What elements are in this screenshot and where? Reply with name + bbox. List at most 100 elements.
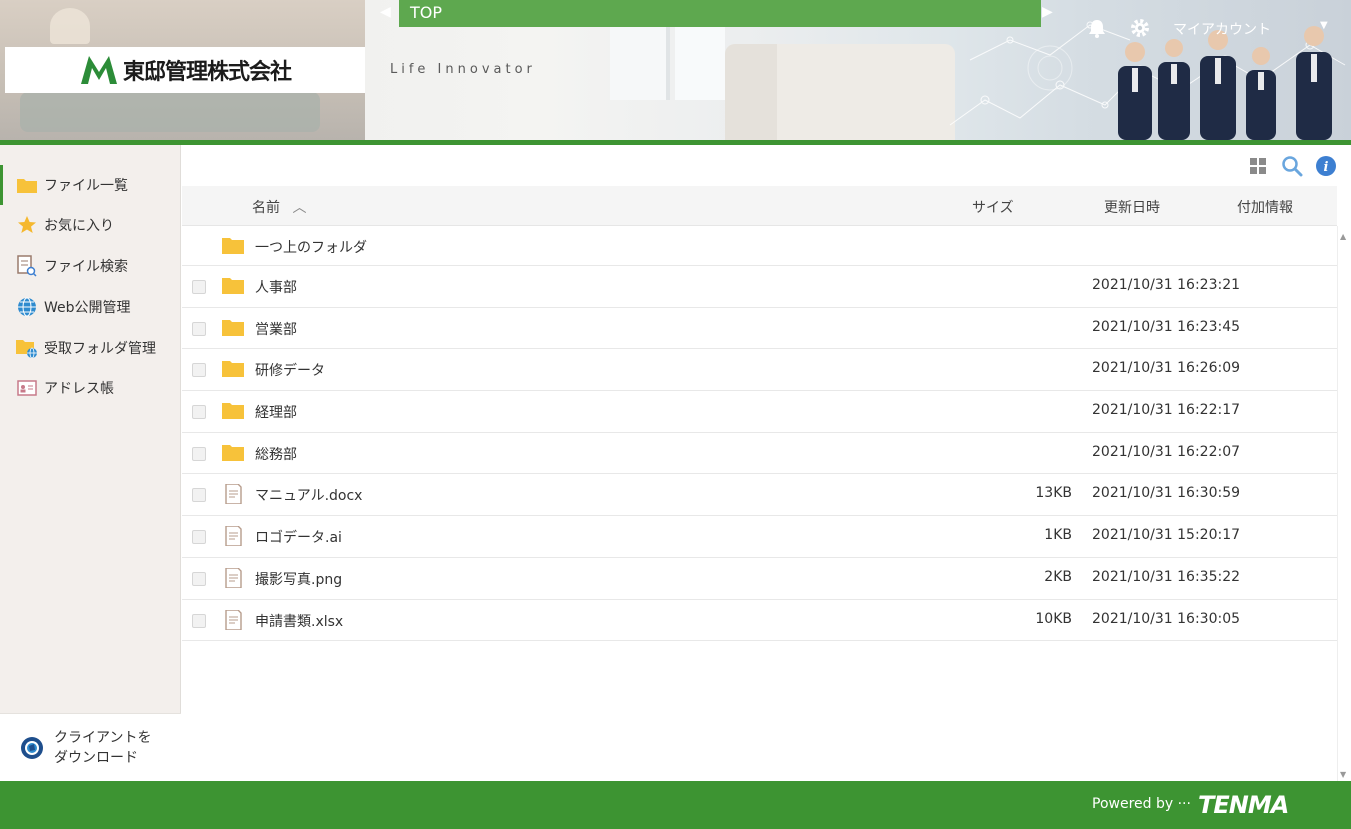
row-checkbox[interactable] — [192, 321, 206, 336]
sidebar: ファイル一覧 お気に入り ファイル検索 Web公開管理 受取フォルダ管理 アドレ… — [0, 145, 181, 781]
folder-icon — [222, 361, 244, 378]
file-row[interactable]: ロゴデータ.ai 1KB 2021/10/31 15:20:17 — [182, 516, 1337, 558]
footer: Powered by ··· TENMA — [0, 781, 1351, 829]
row-checkbox[interactable] — [192, 405, 206, 420]
document-icon — [225, 526, 242, 547]
column-header-extra[interactable]: 付加情報 — [1237, 197, 1293, 217]
file-name[interactable]: 営業部 — [255, 319, 297, 339]
bell-icon[interactable] — [1086, 17, 1108, 39]
download-label-line1: クライアントを — [54, 729, 152, 746]
file-updated: 2021/10/31 16:22:17 — [1092, 402, 1241, 419]
download-label-line2: ダウンロード — [54, 749, 138, 766]
file-row[interactable]: マニュアル.docx 13KB 2021/10/31 16:30:59 — [182, 474, 1337, 517]
info-icon[interactable]: i — [1315, 155, 1337, 177]
parent-folder-row[interactable]: 一つ上のフォルダ — [182, 226, 1337, 266]
my-account-menu[interactable]: マイアカウント — [1173, 19, 1271, 39]
powered-by-label: Powered by ··· — [1092, 796, 1191, 812]
breadcrumb[interactable]: TOP — [399, 0, 1041, 27]
sidebar-item-label: ファイル検索 — [44, 259, 128, 275]
file-name[interactable]: ロゴデータ.ai — [255, 527, 342, 547]
vertical-scrollbar[interactable]: ▲ ▼ — [1337, 226, 1351, 781]
file-size: 1KB — [1044, 527, 1072, 544]
file-size: 13KB — [1035, 485, 1072, 502]
file-name[interactable]: 経理部 — [255, 402, 297, 422]
row-checkbox[interactable] — [192, 613, 206, 628]
file-size: 2KB — [1044, 568, 1072, 585]
file-updated: 2021/10/31 16:30:05 — [1092, 610, 1241, 627]
file-search-icon — [16, 255, 38, 277]
globe-icon — [16, 296, 38, 318]
scroll-down-arrow[interactable]: ▼ — [1340, 770, 1346, 779]
sidebar-item-label: アドレス帳 — [44, 381, 114, 397]
file-name[interactable]: 総務部 — [255, 444, 297, 464]
row-checkbox[interactable] — [192, 571, 206, 586]
sidebar-item-address-book[interactable]: アドレス帳 — [0, 368, 181, 408]
column-header-size[interactable]: サイズ — [972, 197, 1014, 217]
folder-row[interactable]: 総務部 2021/10/31 16:22:07 — [182, 433, 1337, 475]
folder-row[interactable]: 研修データ 2021/10/31 16:26:09 — [182, 349, 1337, 392]
toolbar: i — [182, 145, 1351, 185]
folder-icon — [16, 174, 38, 196]
file-row[interactable]: 申請書類.xlsx 10KB 2021/10/31 16:30:05 — [182, 600, 1337, 642]
sidebar-item-favorites[interactable]: お気に入り — [0, 205, 181, 245]
folder-row[interactable]: 人事部 2021/10/31 16:23:21 — [182, 266, 1337, 308]
sidebar-item-label: Web公開管理 — [44, 300, 131, 316]
header-sofa-graphic — [725, 44, 955, 140]
sort-ascending-icon[interactable]: ︿ — [292, 200, 306, 216]
file-size: 10KB — [1035, 610, 1072, 627]
search-icon[interactable] — [1281, 155, 1303, 177]
star-icon — [16, 214, 38, 236]
sidebar-item-web-publish[interactable]: Web公開管理 — [0, 287, 181, 327]
folder-icon — [222, 278, 244, 294]
file-name[interactable]: 研修データ — [255, 360, 325, 380]
row-checkbox[interactable] — [192, 446, 206, 461]
file-list: 一つ上のフォルダ 人事部 2021/10/31 16:23:21 営業部 2021/1… — [182, 226, 1337, 642]
tenma-logo: TENMA — [1198, 791, 1289, 819]
file-name[interactable]: 申請書類.xlsx — [255, 611, 343, 631]
grid-view-icon[interactable] — [1247, 155, 1269, 177]
row-checkbox[interactable] — [192, 488, 206, 503]
table-header: 名前 ︿ サイズ 更新日時 付加情報 — [182, 186, 1337, 226]
folder-icon — [222, 444, 244, 461]
chevron-left-icon[interactable]: ◀ — [380, 4, 396, 24]
header-banner: 東邸管理株式会社 Life Innovator ◀ TOP ▶ マイアカウント … — [0, 0, 1351, 140]
file-updated: 2021/10/31 16:26:09 — [1092, 360, 1241, 377]
file-name[interactable]: 撮影写真.png — [255, 569, 342, 589]
document-icon — [225, 609, 242, 630]
document-icon — [225, 567, 242, 588]
file-updated: 2021/10/31 16:35:22 — [1092, 568, 1241, 585]
chevron-right-icon[interactable]: ▶ — [1042, 4, 1058, 24]
folder-globe-icon — [16, 337, 38, 359]
svg-text:i: i — [1324, 160, 1329, 175]
download-client-button[interactable]: クライアントを ダウンロード — [0, 713, 181, 781]
sidebar-item-receive-folder[interactable]: 受取フォルダ管理 — [0, 328, 181, 368]
column-header-name[interactable]: 名前 ︿ — [252, 197, 306, 217]
sidebar-item-label: お気に入り — [44, 218, 114, 234]
chevron-down-icon[interactable]: ▼ — [1320, 20, 1328, 31]
file-updated: 2021/10/31 16:30:59 — [1092, 485, 1241, 502]
row-checkbox[interactable] — [192, 530, 206, 545]
folder-row[interactable]: 営業部 2021/10/31 16:23:45 — [182, 308, 1337, 350]
breadcrumb-item-top[interactable]: TOP — [410, 3, 442, 22]
column-header-updated[interactable]: 更新日時 — [1104, 197, 1160, 217]
scroll-up-arrow[interactable]: ▲ — [1340, 232, 1346, 241]
client-download-icon — [21, 736, 43, 759]
folder-icon — [222, 403, 244, 420]
folder-row[interactable]: 経理部 2021/10/31 16:22:17 — [182, 391, 1337, 433]
sidebar-item-file-search[interactable]: ファイル検索 — [0, 246, 181, 286]
company-name: 東邸管理株式会社 — [122, 60, 292, 85]
file-updated: 2021/10/31 16:23:45 — [1092, 318, 1241, 335]
file-updated: 2021/10/31 15:20:17 — [1092, 527, 1241, 544]
folder-icon — [222, 238, 244, 254]
gear-icon[interactable] — [1129, 17, 1151, 39]
file-row[interactable]: 撮影写真.png 2KB 2021/10/31 16:35:22 — [182, 558, 1337, 600]
sidebar-item-file-list[interactable]: ファイル一覧 — [0, 165, 181, 205]
file-name[interactable]: 人事部 — [255, 277, 297, 297]
sidebar-item-label: ファイル一覧 — [44, 178, 128, 194]
row-checkbox[interactable] — [192, 363, 206, 378]
file-name[interactable]: マニュアル.docx — [255, 485, 362, 505]
company-logo: 東邸管理株式会社 — [5, 47, 365, 93]
row-checkbox[interactable] — [192, 280, 206, 294]
sidebar-item-label: 受取フォルダ管理 — [44, 341, 156, 357]
document-icon — [225, 484, 242, 505]
